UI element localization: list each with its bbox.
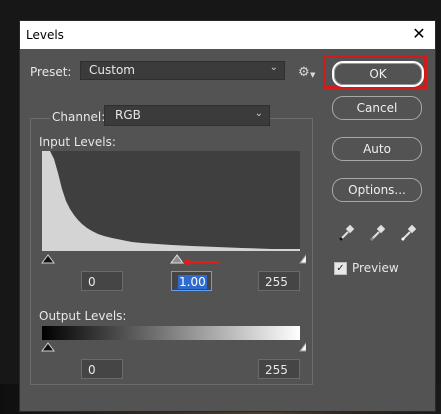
cancel-button[interactable]: Cancel xyxy=(332,96,422,120)
preset-value: Custom xyxy=(89,63,135,77)
white-eyedropper-icon[interactable] xyxy=(401,224,417,241)
input-gamma-field[interactable]: 1.00 xyxy=(171,271,212,291)
title-bar[interactable]: Levels ✕ xyxy=(20,21,435,49)
output-white-point-handle[interactable] xyxy=(299,342,306,352)
gear-icon[interactable]: ⚙ xyxy=(298,65,310,80)
input-levels-label: Input Levels: xyxy=(39,135,116,149)
histogram-graph xyxy=(42,151,300,251)
input-gamma-value: 1.00 xyxy=(178,275,207,289)
output-levels-slider[interactable] xyxy=(41,341,306,353)
input-black-value: 0 xyxy=(88,275,96,289)
preset-dropdown[interactable]: Custom ⌄ xyxy=(80,61,285,80)
auto-button[interactable]: Auto xyxy=(332,137,422,161)
output-black-value: 0 xyxy=(88,363,96,377)
preset-label: Preset: xyxy=(30,65,72,79)
output-levels-label: Output Levels: xyxy=(39,309,127,323)
output-white-value: 255 xyxy=(265,363,288,377)
output-black-point-handle[interactable] xyxy=(41,342,55,352)
window-title: Levels xyxy=(26,28,64,42)
gear-menu-caret-icon: ▼ xyxy=(310,71,316,79)
channel-value: RGB xyxy=(115,108,141,122)
output-white-field[interactable]: 255 xyxy=(258,359,300,379)
input-white-point-handle[interactable] xyxy=(299,254,306,264)
gray-eyedropper-icon[interactable] xyxy=(370,224,386,241)
channel-label: Channel: xyxy=(50,110,108,124)
output-black-field[interactable]: 0 xyxy=(81,359,123,379)
channel-dropdown[interactable]: RGB ⌄ xyxy=(104,105,270,126)
chevron-down-icon: ⌄ xyxy=(269,62,278,73)
ok-button[interactable]: OK xyxy=(332,61,424,87)
output-gradient-bar xyxy=(42,326,300,340)
input-white-field[interactable]: 255 xyxy=(258,271,300,291)
input-white-value: 255 xyxy=(265,275,288,289)
black-eyedropper-icon[interactable] xyxy=(339,224,355,241)
input-black-point-handle[interactable] xyxy=(41,254,55,264)
options-button[interactable]: Options... xyxy=(332,178,422,202)
output-slider-handles xyxy=(41,342,306,352)
input-black-field[interactable]: 0 xyxy=(81,271,123,291)
preview-label: Preview xyxy=(352,261,399,275)
preview-checkbox[interactable]: ✓ xyxy=(334,262,347,275)
eyedropper-tools xyxy=(339,224,417,241)
histogram xyxy=(42,151,300,251)
input-slider-handles xyxy=(41,254,306,264)
red-arrow-annotation xyxy=(182,258,219,266)
levels-dialog: Levels ✕ Preset: Custom ⌄ ⚙ ▼ Channel: R… xyxy=(19,20,436,412)
close-icon[interactable]: ✕ xyxy=(411,25,427,43)
input-levels-slider[interactable] xyxy=(41,253,306,267)
chevron-down-icon: ⌄ xyxy=(254,108,263,119)
